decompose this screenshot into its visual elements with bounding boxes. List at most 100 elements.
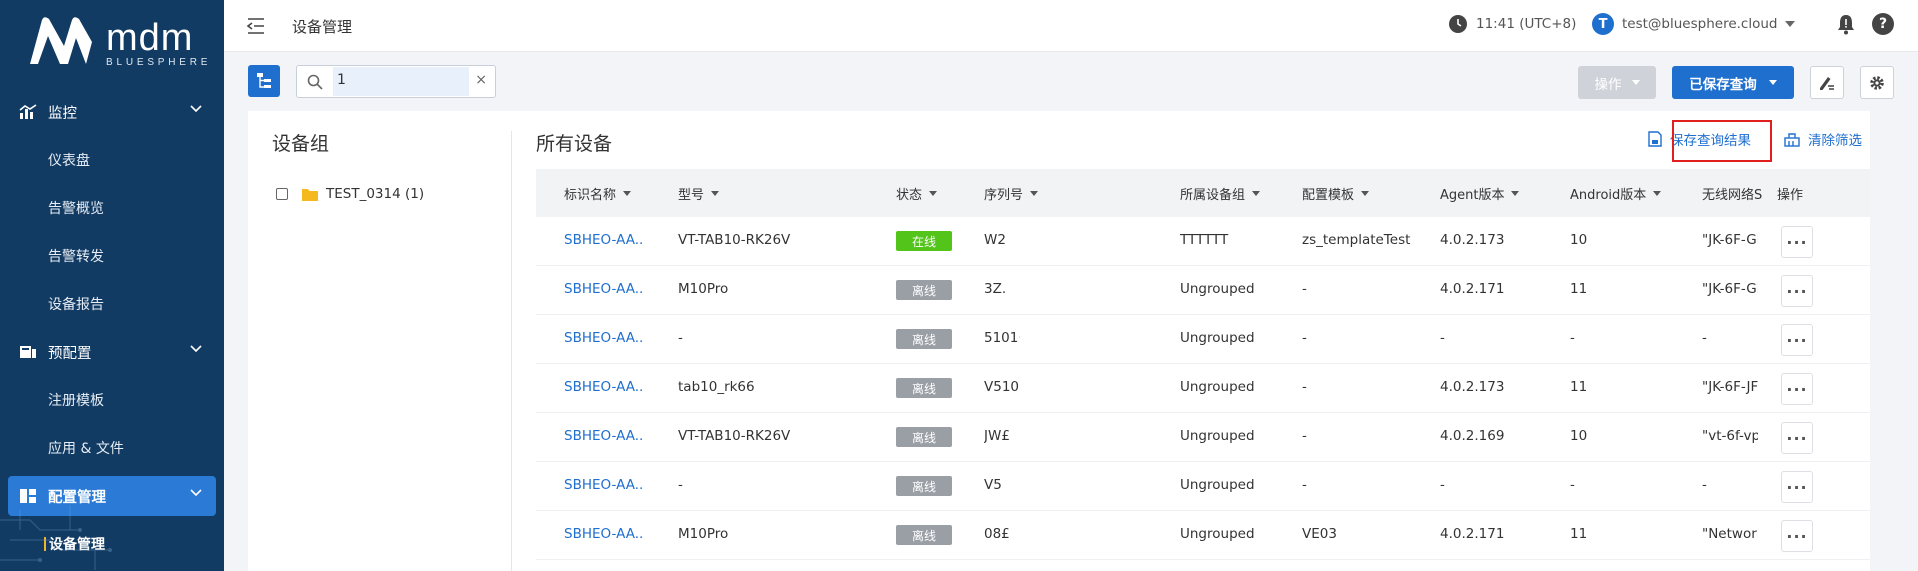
column-header[interactable]: Agent版本: [1440, 184, 1520, 203]
more-actions-button[interactable]: ···: [1781, 520, 1813, 552]
sidebar-item-dashboard[interactable]: 仪表盘: [0, 136, 224, 184]
table-row[interactable]: SBHEO-AA... - 5101· Ungrouped - - - - 离线 ···: [536, 315, 1870, 364]
sidebar-item-enroll-template[interactable]: 注册模板: [0, 376, 224, 424]
sidebar-item-device-report[interactable]: 设备报告: [0, 280, 224, 328]
android-version: -: [1570, 330, 1575, 346]
table-row[interactable]: SBHEO-AA... M10Pro 08£ Ungrouped VE03 4.0.2.1…: [536, 511, 1870, 560]
folder-icon: [302, 188, 318, 201]
more-actions-button[interactable]: ···: [1781, 226, 1813, 258]
wifi-ssid: -: [1702, 330, 1707, 346]
device-serial: 08£: [984, 526, 1010, 542]
column-header[interactable]: 型号: [678, 184, 720, 203]
table-row[interactable]: SBHEO-AA... tab10_rk66 V5101 Ungrouped - 4.0.…: [536, 364, 1870, 413]
bell-icon[interactable]: [1836, 13, 1856, 35]
clear-filter-label: 清除筛选: [1808, 133, 1862, 149]
clear-filter-link[interactable]: 清除筛选: [1784, 129, 1862, 149]
table-row[interactable]: SBHEO-AA... VT-TAB10-RK26V JW£ Ungrouped - 4.…: [536, 413, 1870, 462]
edit-columns-button[interactable]: [1810, 66, 1844, 99]
device-name-link[interactable]: SBHEO-AA...: [564, 477, 644, 493]
status-badge: 离线: [896, 378, 952, 398]
more-actions-button[interactable]: ···: [1781, 275, 1813, 307]
device-model: VT-TAB10-RK26V: [678, 232, 791, 248]
column-header[interactable]: 序列号: [984, 184, 1039, 203]
sort-caret-icon: [929, 191, 938, 196]
column-header[interactable]: 配置模板: [1302, 184, 1370, 203]
device-group: Ungrouped: [1180, 428, 1255, 444]
column-header[interactable]: 无线网络S: [1702, 184, 1780, 203]
sidebar-item-apps-files[interactable]: 应用 & 文件: [0, 424, 224, 472]
device-serial: JW£: [984, 428, 1010, 444]
table-row[interactable]: SBHEO-AA... - V5 Ungrouped - - - - 离线 ···: [536, 462, 1870, 511]
top-header: 设备管理 11:41 (UTC+8) T test@bluesphere.clo…: [224, 0, 1918, 52]
operation-button[interactable]: 操作: [1578, 66, 1656, 99]
android-version: 11: [1570, 526, 1588, 542]
user-email: test@bluesphere.cloud: [1622, 16, 1778, 32]
menu-collapse-icon[interactable]: [246, 17, 266, 35]
chart-icon: [18, 103, 38, 121]
more-actions-button[interactable]: ···: [1781, 422, 1813, 454]
sidebar: mdm BLUESPHERE 监控 仪表盘 告警概览 告警转发 设备报告 预配置…: [0, 0, 224, 571]
column-header[interactable]: 所属设备组: [1180, 184, 1261, 203]
all-devices-title: 所有设备: [536, 133, 613, 155]
device-group-item[interactable]: TEST_0314 (1): [276, 186, 424, 202]
logo: mdm BLUESPHERE: [26, 16, 207, 72]
user-menu[interactable]: T test@bluesphere.cloud: [1592, 13, 1796, 35]
status-badge: 在线: [896, 231, 952, 251]
sort-caret-icon: [1511, 191, 1520, 196]
agent-version: 4.0.2.171: [1440, 526, 1505, 542]
android-version: -: [1570, 477, 1575, 493]
table-header: 标识名称 型号 状态 序列号 所属设备组 配置模板 Agent版本 Androi…: [536, 169, 1870, 217]
more-actions-button[interactable]: ···: [1781, 324, 1813, 356]
clear-search-icon[interactable]: ×: [475, 72, 487, 88]
saved-query-label: 已保存查询: [1689, 76, 1757, 93]
search-input[interactable]: 1 ×: [296, 65, 496, 98]
device-serial: V5101: [984, 379, 1020, 395]
search-autofill-bg: [333, 67, 469, 96]
device-template: -: [1302, 379, 1307, 395]
device-name-link[interactable]: SBHEO-AA...: [564, 281, 644, 297]
android-version: 11: [1570, 379, 1588, 395]
device-model: -: [678, 477, 683, 493]
sidebar-item-monitor[interactable]: 监控: [0, 88, 224, 136]
device-template: VE03: [1302, 526, 1337, 542]
android-version: 10: [1570, 428, 1588, 444]
group-checkbox[interactable]: [276, 188, 288, 200]
saved-query-button[interactable]: 已保存查询: [1672, 66, 1794, 99]
sort-caret-icon: [711, 191, 720, 196]
table-row[interactable]: SBHEO-AA... M10Pro 3Z. Ungrouped - 4.0.2.171 1…: [536, 266, 1870, 315]
wifi-ssid: "JK-6F-GI: [1702, 232, 1758, 248]
save-icon: [1648, 131, 1662, 147]
agent-version: 4.0.2.171: [1440, 281, 1505, 297]
gear-icon: [1870, 75, 1884, 90]
page-title: 设备管理: [292, 18, 353, 36]
column-header[interactable]: 状态: [896, 184, 938, 203]
clear-filter-icon: [1784, 133, 1800, 147]
caret-down-icon: [1631, 80, 1640, 85]
column-header[interactable]: Android版本: [1570, 184, 1662, 203]
help-icon[interactable]: ?: [1872, 13, 1894, 35]
device-group: Ungrouped: [1180, 379, 1255, 395]
agent-version: -: [1440, 477, 1445, 493]
column-header: 操作: [1777, 188, 1804, 203]
sidebar-nav: 监控 仪表盘 告警概览 告警转发 设备报告 预配置 注册模板 应用 & 文件 配…: [0, 88, 224, 568]
device-name-link[interactable]: SBHEO-AA...: [564, 428, 644, 444]
tree-toggle-button[interactable]: [248, 65, 280, 97]
more-actions-button[interactable]: ···: [1781, 471, 1813, 503]
sidebar-item-preconfig[interactable]: 预配置: [0, 328, 224, 376]
mdm-logo-icon: [30, 17, 92, 64]
sidebar-item-alert-forward[interactable]: 告警转发: [0, 232, 224, 280]
device-name-link[interactable]: SBHEO-AA...: [564, 232, 644, 248]
device-name-link[interactable]: SBHEO-AA...: [564, 526, 644, 542]
settings-button[interactable]: [1860, 66, 1894, 99]
devices-table: 标识名称 型号 状态 序列号 所属设备组 配置模板 Agent版本 Androi…: [536, 169, 1870, 560]
sidebar-item-alert-overview[interactable]: 告警概览: [0, 184, 224, 232]
status-badge: 离线: [896, 476, 952, 496]
wifi-ssid: "vt-6f-vpr: [1702, 428, 1758, 444]
device-name-link[interactable]: SBHEO-AA...: [564, 330, 644, 346]
column-header[interactable]: 标识名称: [564, 184, 632, 203]
chevron-down-icon: [190, 489, 202, 497]
status-badge: 离线: [896, 280, 952, 300]
more-actions-button[interactable]: ···: [1781, 373, 1813, 405]
device-name-link[interactable]: SBHEO-AA...: [564, 379, 644, 395]
table-row[interactable]: SBHEO-AA... VT-TAB10-RK26V W2 TTTTTT zs_temp…: [536, 217, 1870, 266]
